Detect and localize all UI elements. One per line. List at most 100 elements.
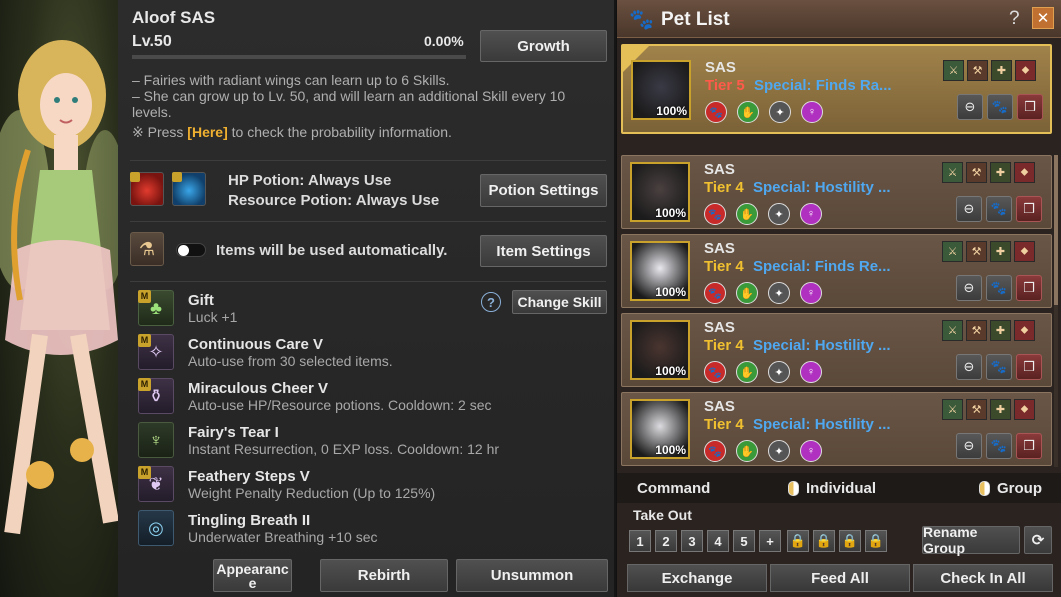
box-icon[interactable]: ❒ — [1017, 94, 1043, 120]
pet-portrait: 100% — [630, 399, 690, 459]
lock-icon[interactable]: 🔒 — [865, 530, 887, 552]
feed-all-tab[interactable]: Feed All — [770, 564, 910, 592]
divider — [130, 221, 606, 222]
paw-icon[interactable]: 🐾 — [987, 94, 1013, 120]
pet-list-scrollbar[interactable] — [1054, 155, 1058, 467]
pet-skill-icon: ⬥ — [1014, 241, 1035, 262]
probability-link[interactable]: [Here] — [187, 124, 227, 140]
pet-trait-icon: ♀ — [801, 101, 823, 123]
auto-use-toggle[interactable] — [176, 243, 206, 257]
growth-button[interactable]: Growth — [480, 30, 607, 62]
group-label: Group — [997, 480, 1042, 497]
pet-tier: Tier 4 — [704, 337, 744, 354]
box-icon[interactable]: ❒ — [1016, 433, 1042, 459]
pet-card[interactable]: 100% SAS Tier 4 Special: Finds Re... 🐾 ✋ ✦ ♀ ⚔ ⚒ ✚… — [621, 234, 1052, 308]
pet-special: Special: Hostility ... — [753, 337, 891, 354]
potion-icon: M ⚱ — [138, 378, 174, 414]
pet-skill-icon: ✚ — [990, 162, 1011, 183]
pet-portrait: 100% — [631, 60, 691, 120]
box-icon[interactable]: ❒ — [1016, 354, 1042, 380]
pet-percent: 100% — [656, 104, 687, 118]
items-auto-text: Items will be used automatically. — [216, 242, 448, 259]
paw-icon[interactable]: 🐾 — [986, 354, 1012, 380]
potion-settings-button[interactable]: Potion Settings — [480, 174, 607, 207]
pet-trait-icon: ✦ — [769, 101, 791, 123]
pet-trait-icon: ✋ — [736, 203, 758, 225]
rename-group-button[interactable]: Rename Group — [922, 524, 1020, 556]
pet-name: SAS — [704, 240, 735, 257]
feed-bowl-icon[interactable]: ⊖ — [957, 94, 983, 120]
pet-trait-icon: ✋ — [736, 440, 758, 462]
take-out-slot-5[interactable]: 5 — [733, 530, 755, 552]
pet-skill-icon: ⚒ — [966, 320, 987, 341]
pet-skill-icon: ⚔ — [942, 241, 963, 262]
close-icon[interactable]: ✕ — [1032, 7, 1054, 29]
info-line-2: – She can grow up to Lv. 50, and will le… — [132, 88, 566, 104]
clover-icon: M ♣ — [138, 290, 174, 326]
box-icon[interactable]: ❒ — [1016, 275, 1042, 301]
info-line-3: levels. — [132, 104, 172, 120]
take-out-slot-2[interactable]: 2 — [655, 530, 677, 552]
appearance-button[interactable]: Appearanc e — [213, 559, 292, 592]
fairy-exp-bar — [132, 55, 466, 59]
skill-name: Feathery Steps V — [188, 468, 310, 485]
box-icon[interactable]: ❒ — [1016, 196, 1042, 222]
refresh-icon[interactable]: ⟳ — [1024, 526, 1052, 554]
pet-trait-icon: 🐾 — [704, 203, 726, 225]
take-out-slot-4[interactable]: 4 — [707, 530, 729, 552]
pet-skill-icon: ⚔ — [942, 399, 963, 420]
mouse-icon — [979, 481, 990, 496]
lock-icon[interactable]: 🔒 — [839, 530, 861, 552]
hp-potion-setting: HP Potion: Always Use — [228, 172, 392, 189]
skill-name: Tingling Breath II — [188, 512, 311, 529]
bubble-icon: ◎ — [138, 510, 174, 546]
pet-skill-icon: ⚔ — [942, 162, 963, 183]
exchange-tab[interactable]: Exchange — [627, 564, 767, 592]
item-settings-button[interactable]: Item Settings — [480, 235, 607, 267]
take-out-slot-1[interactable]: 1 — [629, 530, 651, 552]
probability-prefix: ※ Press — [132, 124, 188, 140]
paw-icon[interactable]: 🐾 — [986, 275, 1012, 301]
feed-bowl-icon[interactable]: ⊖ — [956, 196, 982, 222]
pet-trait-icon: 🐾 — [704, 361, 726, 383]
pet-card[interactable]: 100% SAS Tier 5 Special: Finds Ra... 🐾 ✋ ✦ ♀ ⚔ ⚒ ✚… — [621, 44, 1052, 134]
fairy-info-panel: Aloof SAS Lv.50 0.00% Growth – Fairies w… — [118, 0, 614, 597]
feed-bowl-icon[interactable]: ⊖ — [956, 275, 982, 301]
pet-portrait: 100% — [630, 241, 690, 301]
pet-card[interactable]: 100% SAS Tier 4 Special: Hostility ... 🐾 ✋ ✦ ♀ ⚔… — [621, 155, 1052, 229]
info-line-1: – Fairies with radiant wings can learn u… — [132, 72, 450, 88]
pet-special: Special: Finds Ra... — [754, 77, 892, 94]
paw-icon[interactable]: 🐾 — [986, 196, 1012, 222]
lock-icon[interactable]: 🔒 — [813, 530, 835, 552]
skill-name: Continuous Care V — [188, 336, 324, 353]
pet-card[interactable]: 100% SAS Tier 4 Special: Hostility ... 🐾 ✋ ✦ ♀ ⚔… — [621, 313, 1052, 387]
feed-bowl-icon[interactable]: ⊖ — [956, 354, 982, 380]
paw-icon[interactable]: 🐾 — [986, 433, 1012, 459]
mouse-icon — [788, 481, 799, 496]
pet-trait-icon: ✦ — [768, 282, 790, 304]
skill-desc: Underwater Breathing +10 sec — [188, 529, 378, 545]
feed-bowl-icon[interactable]: ⊖ — [956, 433, 982, 459]
pet-trait-icon: ♀ — [800, 203, 822, 225]
rebirth-button[interactable]: Rebirth — [320, 559, 448, 592]
take-out-label: Take Out — [633, 507, 692, 523]
add-slot-icon[interactable]: + — [759, 530, 781, 552]
fairy-exp-percent: 0.00% — [424, 33, 464, 49]
take-out-slot-3[interactable]: 3 — [681, 530, 703, 552]
skill-help-icon[interactable]: ? — [481, 292, 501, 312]
pet-trait-icon: ✋ — [737, 101, 759, 123]
pet-percent: 100% — [655, 443, 686, 457]
hp-potion-icon — [130, 172, 164, 206]
help-icon[interactable]: ? — [1009, 8, 1020, 30]
pet-skill-icon: ✚ — [990, 241, 1011, 262]
change-skill-button[interactable]: Change Skill — [512, 290, 607, 314]
lock-icon[interactable]: 🔒 — [787, 530, 809, 552]
probability-info: ※ Press [Here] to check the probability … — [132, 124, 452, 141]
pet-card[interactable]: 100% SAS Tier 4 Special: Hostility ... 🐾 ✋ ✦ ♀ ⚔… — [621, 392, 1052, 466]
unsummon-button[interactable]: Unsummon — [456, 559, 608, 592]
pet-trait-icon: ✋ — [736, 361, 758, 383]
check-in-all-tab[interactable]: Check In All — [913, 564, 1053, 592]
pet-skill-icon: ⬥ — [1014, 320, 1035, 341]
pet-name: SAS — [705, 59, 736, 76]
pet-tier: Tier 4 — [704, 258, 744, 275]
